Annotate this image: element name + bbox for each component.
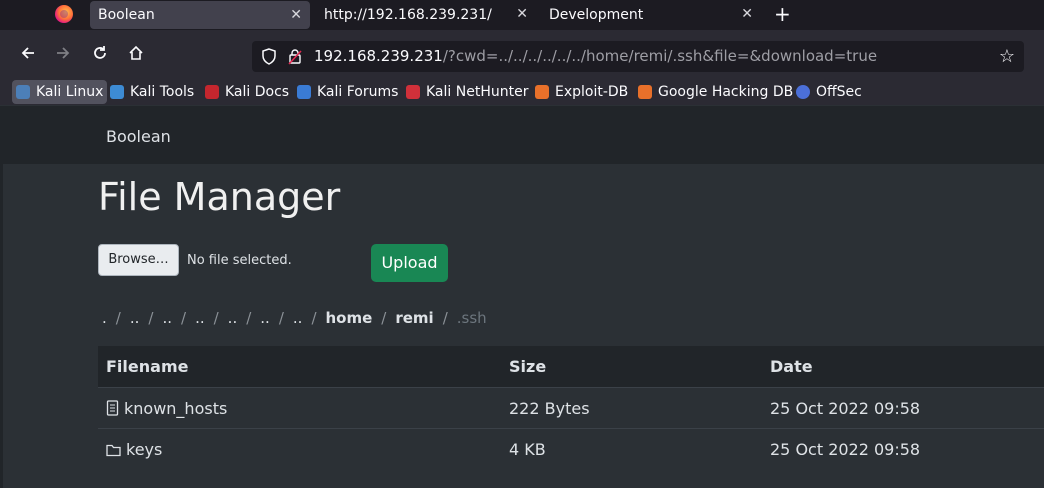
size-cell: 222 Bytes <box>509 399 590 418</box>
breadcrumb-item[interactable]: .. <box>162 309 172 327</box>
size-cell: 4 KB <box>509 440 546 459</box>
url-text[interactable]: 192.168.239.231/?cwd=../../../../../../h… <box>314 47 877 65</box>
kali-tools-icon <box>110 85 124 99</box>
tab-label: Boolean <box>98 7 155 23</box>
table-row[interactable]: keys 4 KB 25 Oct 2022 09:58 <box>98 428 1044 469</box>
tab-label: Development <box>549 7 644 23</box>
bookmark-label: Kali Forums <box>317 84 399 100</box>
folder-icon <box>106 444 121 457</box>
exploit-db-icon <box>535 85 549 99</box>
kali-dragon-icon <box>16 85 30 99</box>
breadcrumb-item-remi[interactable]: remi <box>395 309 433 327</box>
kali-nethunter-icon <box>406 85 420 99</box>
bookmark-label: Kali Tools <box>130 84 195 100</box>
bookmark-label: OffSec <box>816 84 862 100</box>
shield-icon[interactable] <box>261 48 277 65</box>
home-button[interactable] <box>126 44 146 64</box>
file-table: Filename Size Date known_hosts 222 Bytes… <box>98 346 1044 469</box>
url-host: 192.168.239.231 <box>314 47 443 65</box>
bookmark-google-hacking-db[interactable]: Google Hacking DB <box>638 80 793 104</box>
bookmark-label: Exploit-DB <box>555 84 629 100</box>
breadcrumb-item-home[interactable]: home <box>326 309 373 327</box>
bookmark-label: Kali Linux <box>36 84 104 100</box>
bookmark-label: Kali NetHunter <box>426 84 529 100</box>
breadcrumb-item[interactable]: .. <box>293 309 303 327</box>
breadcrumb: . /.. /.. /.. /.. /.. /.. / home / remi / .ssh <box>102 309 487 327</box>
bookmark-label: Google Hacking DB <box>658 84 794 100</box>
bookmark-offsec[interactable]: OffSec <box>796 80 862 104</box>
close-tab-icon[interactable]: ✕ <box>741 6 753 22</box>
filename-cell[interactable]: keys <box>106 440 162 459</box>
close-tab-icon[interactable]: ✕ <box>516 6 528 22</box>
reload-icon <box>94 46 106 59</box>
firefox-logo-icon <box>55 5 73 23</box>
upload-button[interactable]: Upload <box>371 244 448 282</box>
bookmark-label: Kali Docs <box>225 84 290 100</box>
file-icon <box>106 400 119 416</box>
home-icon <box>129 45 143 60</box>
table-row[interactable]: known_hosts 222 Bytes 25 Oct 2022 09:58 <box>98 387 1044 428</box>
kali-forums-icon <box>297 85 311 99</box>
bookmark-kali-nethunter[interactable]: Kali NetHunter <box>406 80 528 104</box>
kali-docs-icon <box>205 85 219 99</box>
browse-button[interactable]: Browse… <box>98 244 179 276</box>
bookmark-exploit-db[interactable]: Exploit-DB <box>535 80 628 104</box>
tab-development[interactable]: Development ✕ <box>541 0 761 30</box>
back-button[interactable] <box>18 44 38 64</box>
close-tab-icon[interactable]: ✕ <box>290 7 302 23</box>
new-tab-button[interactable]: + <box>774 3 791 25</box>
ghdb-icon <box>638 85 652 99</box>
filename-text[interactable]: known_hosts <box>124 399 227 418</box>
insecure-lock-icon[interactable] <box>288 48 302 65</box>
breadcrumb-item[interactable]: .. <box>228 309 238 327</box>
tab-label: http://192.168.239.231/ <box>324 7 492 23</box>
bookmark-kali-linux[interactable]: Kali Linux <box>12 80 108 104</box>
breadcrumb-item[interactable]: .. <box>195 309 205 327</box>
bookmark-kali-forums[interactable]: Kali Forums <box>297 80 398 104</box>
breadcrumb-item[interactable]: .. <box>260 309 270 327</box>
table-header-row: Filename Size Date <box>98 346 1044 387</box>
tab-bar: Boolean ✕ http://192.168.239.231/ ✕ Deve… <box>0 0 1044 30</box>
file-status-text: No file selected. <box>187 253 292 268</box>
url-bar[interactable]: 192.168.239.231/?cwd=../../../../../../h… <box>252 41 1024 72</box>
column-header-date[interactable]: Date <box>770 357 813 376</box>
page-title: File Manager <box>98 175 341 219</box>
bookmark-kali-docs[interactable]: Kali Docs <box>205 80 289 104</box>
filename-cell[interactable]: known_hosts <box>106 399 227 418</box>
tab-http[interactable]: http://192.168.239.231/ ✕ <box>316 0 536 30</box>
bookmark-kali-tools[interactable]: Kali Tools <box>110 80 194 104</box>
navigation-bar: 192.168.239.231/?cwd=../../../../../../h… <box>0 30 1044 78</box>
tab-boolean[interactable]: Boolean ✕ <box>90 1 310 29</box>
url-path: /?cwd=../../../../../../home/remi/.ssh&f… <box>442 47 878 65</box>
forward-arrow-icon <box>57 47 70 59</box>
date-cell: 25 Oct 2022 09:58 <box>770 399 921 418</box>
breadcrumb-item[interactable]: .. <box>130 309 140 327</box>
column-header-filename[interactable]: Filename <box>106 357 188 376</box>
date-cell: 25 Oct 2022 09:58 <box>770 440 921 459</box>
back-arrow-icon <box>21 47 34 59</box>
breadcrumb-current: .ssh <box>456 309 487 327</box>
bookmarks-bar: Kali Linux Kali Tools Kali Docs Kali For… <box>0 78 1044 105</box>
filename-text[interactable]: keys <box>126 440 162 459</box>
reload-button[interactable] <box>90 44 110 64</box>
forward-button[interactable] <box>53 44 73 64</box>
offsec-icon <box>796 85 810 99</box>
column-header-size[interactable]: Size <box>509 357 546 376</box>
navbar-brand[interactable]: Boolean <box>106 127 171 146</box>
bookmark-star-icon[interactable]: ☆ <box>999 46 1015 67</box>
